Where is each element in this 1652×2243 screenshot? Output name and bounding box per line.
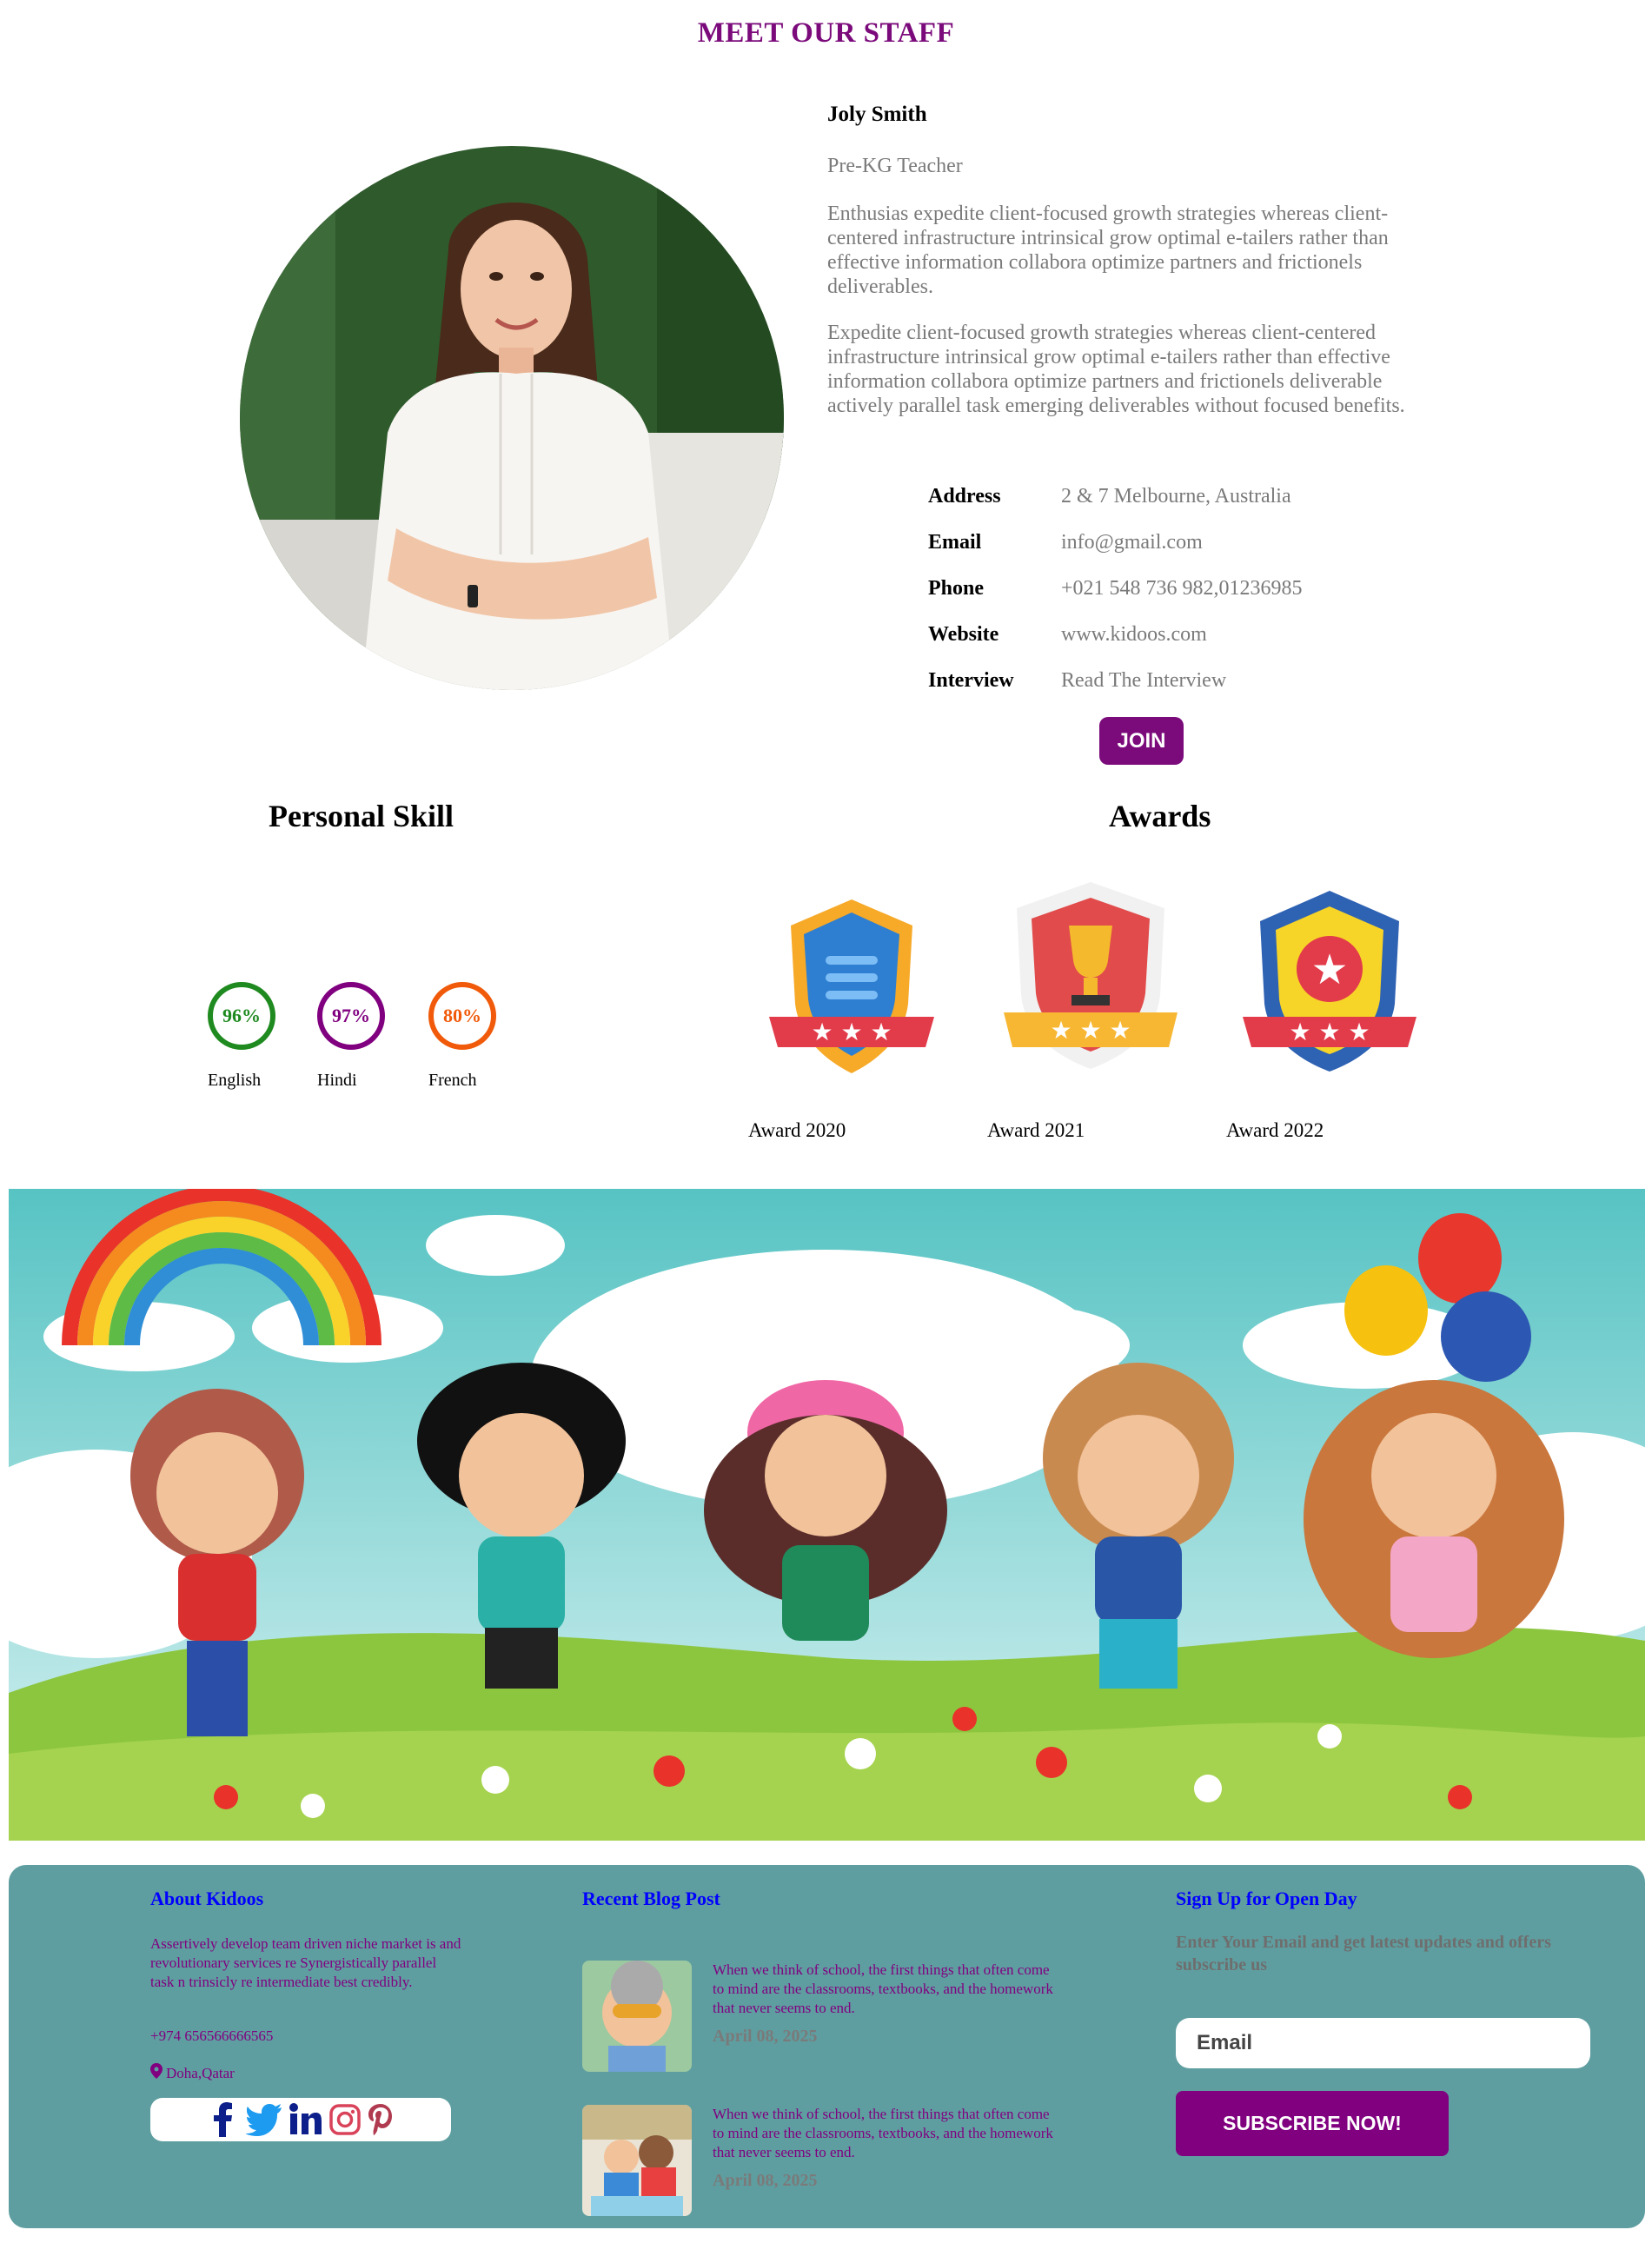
award-label: Award 2020 <box>748 1119 846 1141</box>
instagram-icon[interactable] <box>329 2104 361 2135</box>
skill-ring: 96% <box>208 982 275 1050</box>
blog-post-text[interactable]: When we think of school, the first thing… <box>713 1961 1060 2018</box>
skill-hindi: 97% Hindi <box>317 982 387 1090</box>
interview-link[interactable]: Read The Interview <box>1061 669 1226 693</box>
blog-post-text[interactable]: When we think of school, the first thing… <box>713 2105 1060 2162</box>
staff-name: Joly Smith <box>827 103 927 126</box>
footer-signup-text: Enter Your Email and get latest updates … <box>1176 1933 1551 1974</box>
footer-location: Doha,Qatar <box>150 2063 235 2084</box>
join-button[interactable]: JOIN <box>1099 717 1184 765</box>
detail-label: Phone <box>928 577 985 600</box>
detail-value[interactable]: www.kidoos.com <box>1061 623 1207 647</box>
svg-text:★ ★ ★: ★ ★ ★ <box>1289 1018 1370 1046</box>
svg-text:★: ★ <box>1310 946 1348 994</box>
blog-thumbnail[interactable] <box>582 1961 692 2072</box>
skill-label: French <box>428 1071 477 1090</box>
email-input[interactable] <box>1176 2018 1590 2068</box>
footer-blog-heading: Recent Blog Post <box>582 1888 720 1909</box>
staff-bio-1: Enthusias expedite client-focused growth… <box>827 202 1389 298</box>
award-badge-2022-icon: ★ ★ ★ ★ <box>1243 873 1416 1082</box>
facebook-icon[interactable] <box>208 2102 239 2137</box>
footer-signup-heading: Sign Up for Open Day <box>1176 1888 1357 1909</box>
twitter-icon[interactable] <box>246 2103 282 2136</box>
award-badge-2021-icon: ★ ★ ★ <box>1004 873 1178 1082</box>
pinterest-icon[interactable] <box>368 2103 394 2136</box>
blog-post-date: April 08, 2025 <box>713 2027 818 2046</box>
detail-label: Website <box>928 623 999 646</box>
skill-english: 96% English <box>208 982 277 1090</box>
award-label: Award 2021 <box>987 1119 1085 1141</box>
staff-bio-2: Expedite client-focused growth strategie… <box>827 322 1405 417</box>
skills-title: Personal Skill <box>269 799 454 833</box>
skill-french: 80% French <box>428 982 498 1090</box>
linkedin-icon[interactable] <box>289 2103 322 2136</box>
page-title: MEET OUR STAFF <box>697 17 955 49</box>
subscribe-button[interactable]: SUBSCRIBE NOW! <box>1176 2091 1449 2156</box>
footer-about-text: Assertively develop team driven niche ma… <box>150 1935 461 1990</box>
staff-photo <box>240 146 784 690</box>
award-badge-2020-icon: ★ ★ ★ <box>765 873 939 1082</box>
detail-label: Address <box>928 485 1001 508</box>
detail-value: +021 548 736 982,01236985 <box>1061 577 1303 600</box>
detail-label: Interview <box>928 669 1014 692</box>
skill-ring: 97% <box>317 982 385 1050</box>
location-pin-icon <box>150 2063 163 2084</box>
blog-post-date: April 08, 2025 <box>713 2171 818 2190</box>
kids-banner-image <box>9 1189 1645 1841</box>
detail-value[interactable]: info@gmail.com <box>1061 531 1203 554</box>
skill-label: English <box>208 1071 262 1090</box>
awards-title: Awards <box>1109 799 1211 833</box>
location-text: Doha,Qatar <box>166 2065 235 2081</box>
footer-phone: +974 656566666565 <box>150 2027 274 2044</box>
skill-ring: 80% <box>428 982 496 1050</box>
detail-value: 2 & 7 Melbourne, Australia <box>1061 485 1291 508</box>
award-label: Award 2022 <box>1226 1119 1324 1141</box>
blog-thumbnail[interactable] <box>582 2105 692 2216</box>
svg-text:★ ★ ★: ★ ★ ★ <box>1050 1016 1131 1045</box>
social-links <box>150 2098 451 2141</box>
footer: About Kidoos Assertively develop team dr… <box>9 1865 1645 2228</box>
svg-text:★ ★ ★: ★ ★ ★ <box>811 1018 892 1046</box>
detail-label: Email <box>928 531 982 554</box>
footer-about-heading: About Kidoos <box>150 1888 264 1909</box>
skill-label: Hindi <box>317 1071 357 1090</box>
staff-role: Pre-KG Teacher <box>827 155 963 177</box>
